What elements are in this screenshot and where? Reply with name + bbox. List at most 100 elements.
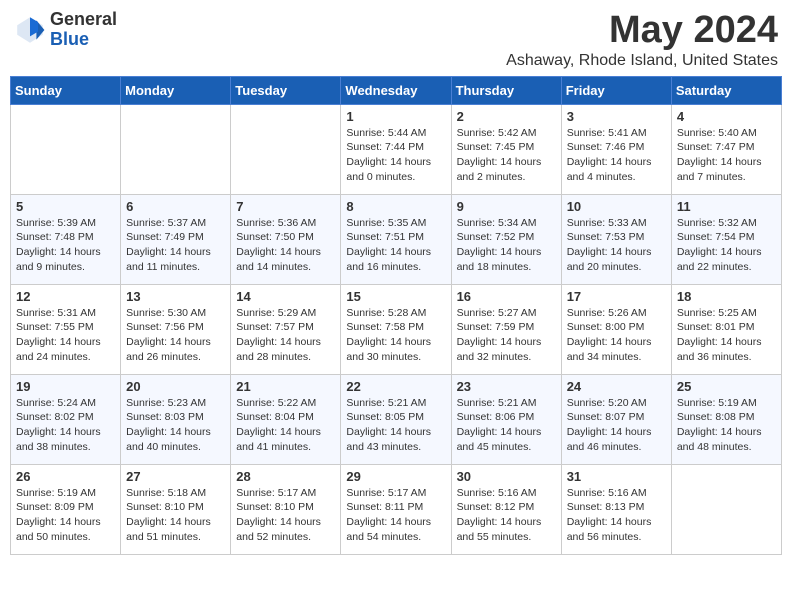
calendar-week-4: 19 Sunrise: 5:24 AMSunset: 8:02 PMDayligh… [11,374,782,464]
day-number: 1 [346,109,445,124]
calendar-cell: 20 Sunrise: 5:23 AMSunset: 8:03 PMDayligh… [121,374,231,464]
calendar-cell: 21Sunrise: 5:22 AMSunset: 8:04 PMDayligh… [231,374,341,464]
calendar-cell: 17 Sunrise: 5:26 AMSunset: 8:00 PMDayligh… [561,284,671,374]
day-info: Sunrise: 5:36 AMSunset: 7:50 PMDaylight:… [236,216,335,275]
calendar-week-3: 12 Sunrise: 5:31 AMSunset: 7:55 PMDayligh… [11,284,782,374]
calendar-cell: 24 Sunrise: 5:20 AMSunset: 8:07 PMDayligh… [561,374,671,464]
day-info: Sunrise: 5:35 AMSunset: 7:51 PMDaylight:… [346,216,445,275]
calendar-week-1: 1 Sunrise: 5:44 AMSunset: 7:44 PMDaylight… [11,104,782,194]
day-info: Sunrise: 5:19 AMSunset: 8:08 PMDaylight:… [677,396,776,455]
calendar-cell: 16 Sunrise: 5:27 AMSunset: 7:59 PMDayligh… [451,284,561,374]
day-number: 2 [457,109,556,124]
calendar-cell [121,104,231,194]
day-info: Sunrise: 5:16 AMSunset: 8:13 PMDaylight:… [567,486,666,545]
day-info: Sunrise: 5:25 AMSunset: 8:01 PMDaylight:… [677,306,776,365]
day-info: Sunrise: 5:28 AMSunset: 7:58 PMDaylight:… [346,306,445,365]
weekday-header-wednesday: Wednesday [341,76,451,104]
day-number: 4 [677,109,776,124]
day-info: Sunrise: 5:44 AMSunset: 7:44 PMDaylight:… [346,126,445,185]
calendar-cell: 23 Sunrise: 5:21 AMSunset: 8:06 PMDayligh… [451,374,561,464]
day-info: Sunrise: 5:41 AMSunset: 7:46 PMDaylight:… [567,126,666,185]
day-number: 8 [346,199,445,214]
weekday-header-row: SundayMondayTuesdayWednesdayThursdayFrid… [11,76,782,104]
calendar-cell: 18Sunrise: 5:25 AMSunset: 8:01 PMDayligh… [671,284,781,374]
logo-blue-text: Blue [50,30,117,50]
calendar-cell: 3Sunrise: 5:41 AMSunset: 7:46 PMDaylight… [561,104,671,194]
weekday-header-friday: Friday [561,76,671,104]
day-info: Sunrise: 5:26 AMSunset: 8:00 PMDaylight:… [567,306,666,365]
day-number: 21 [236,379,335,394]
calendar-cell: 11Sunrise: 5:32 AMSunset: 7:54 PMDayligh… [671,194,781,284]
day-info: Sunrise: 5:17 AMSunset: 8:11 PMDaylight:… [346,486,445,545]
day-info: Sunrise: 5:23 AMSunset: 8:03 PMDaylight:… [126,396,225,455]
day-number: 10 [567,199,666,214]
day-number: 15 [346,289,445,304]
calendar-cell: 2 Sunrise: 5:42 AMSunset: 7:45 PMDaylight… [451,104,561,194]
day-number: 29 [346,469,445,484]
day-info: Sunrise: 5:21 AMSunset: 8:05 PMDaylight:… [346,396,445,455]
day-info: Sunrise: 5:34 AMSunset: 7:52 PMDaylight:… [457,216,556,275]
weekday-header-thursday: Thursday [451,76,561,104]
calendar-cell: 29 Sunrise: 5:17 AMSunset: 8:11 PMDayligh… [341,464,451,554]
day-number: 9 [457,199,556,214]
day-info: Sunrise: 5:27 AMSunset: 7:59 PMDaylight:… [457,306,556,365]
day-number: 16 [457,289,556,304]
logo-general-text: General [50,10,117,30]
calendar-week-2: 5Sunrise: 5:39 AMSunset: 7:48 PMDaylight… [11,194,782,284]
location-text: Ashaway, Rhode Island, United States [506,52,778,70]
title-block: May 2024 Ashaway, Rhode Island, United S… [506,10,778,70]
calendar-cell: 1 Sunrise: 5:44 AMSunset: 7:44 PMDaylight… [341,104,451,194]
day-info: Sunrise: 5:31 AMSunset: 7:55 PMDaylight:… [16,306,115,365]
calendar-cell: 8 Sunrise: 5:35 AMSunset: 7:51 PMDaylight… [341,194,451,284]
weekday-header-sunday: Sunday [11,76,121,104]
calendar-cell: 5Sunrise: 5:39 AMSunset: 7:48 PMDaylight… [11,194,121,284]
weekday-header-monday: Monday [121,76,231,104]
logo-icon [14,14,46,46]
calendar-cell [231,104,341,194]
calendar-cell: 7Sunrise: 5:36 AMSunset: 7:50 PMDaylight… [231,194,341,284]
day-info: Sunrise: 5:21 AMSunset: 8:06 PMDaylight:… [457,396,556,455]
calendar-cell: 12 Sunrise: 5:31 AMSunset: 7:55 PMDayligh… [11,284,121,374]
day-number: 25 [677,379,776,394]
logo-text: General Blue [50,10,117,50]
day-number: 27 [126,469,225,484]
calendar-cell [671,464,781,554]
day-info: Sunrise: 5:42 AMSunset: 7:45 PMDaylight:… [457,126,556,185]
day-info: Sunrise: 5:20 AMSunset: 8:07 PMDaylight:… [567,396,666,455]
day-number: 17 [567,289,666,304]
calendar-cell: 14Sunrise: 5:29 AMSunset: 7:57 PMDayligh… [231,284,341,374]
day-info: Sunrise: 5:18 AMSunset: 8:10 PMDaylight:… [126,486,225,545]
day-number: 26 [16,469,115,484]
day-number: 24 [567,379,666,394]
day-number: 6 [126,199,225,214]
day-info: Sunrise: 5:32 AMSunset: 7:54 PMDaylight:… [677,216,776,275]
day-info: Sunrise: 5:37 AMSunset: 7:49 PMDaylight:… [126,216,225,275]
calendar-cell: 27 Sunrise: 5:18 AMSunset: 8:10 PMDayligh… [121,464,231,554]
calendar-cell: 30Sunrise: 5:16 AMSunset: 8:12 PMDayligh… [451,464,561,554]
day-info: Sunrise: 5:33 AMSunset: 7:53 PMDaylight:… [567,216,666,275]
logo: General Blue [14,10,117,50]
weekday-header-tuesday: Tuesday [231,76,341,104]
calendar-cell: 9 Sunrise: 5:34 AMSunset: 7:52 PMDaylight… [451,194,561,284]
page-header: General Blue May 2024 Ashaway, Rhode Isl… [10,10,782,70]
calendar-cell: 28 Sunrise: 5:17 AMSunset: 8:10 PMDayligh… [231,464,341,554]
weekday-header-saturday: Saturday [671,76,781,104]
day-number: 28 [236,469,335,484]
calendar-cell: 31Sunrise: 5:16 AMSunset: 8:13 PMDayligh… [561,464,671,554]
calendar-week-5: 26 Sunrise: 5:19 AMSunset: 8:09 PMDayligh… [11,464,782,554]
calendar-cell [11,104,121,194]
day-number: 12 [16,289,115,304]
day-info: Sunrise: 5:17 AMSunset: 8:10 PMDaylight:… [236,486,335,545]
day-number: 14 [236,289,335,304]
day-info: Sunrise: 5:24 AMSunset: 8:02 PMDaylight:… [16,396,115,455]
day-number: 20 [126,379,225,394]
calendar-cell: 19 Sunrise: 5:24 AMSunset: 8:02 PMDayligh… [11,374,121,464]
day-number: 19 [16,379,115,394]
day-info: Sunrise: 5:40 AMSunset: 7:47 PMDaylight:… [677,126,776,185]
day-number: 23 [457,379,556,394]
calendar-cell: 26 Sunrise: 5:19 AMSunset: 8:09 PMDayligh… [11,464,121,554]
day-info: Sunrise: 5:19 AMSunset: 8:09 PMDaylight:… [16,486,115,545]
calendar-cell: 10 Sunrise: 5:33 AMSunset: 7:53 PMDayligh… [561,194,671,284]
day-number: 30 [457,469,556,484]
calendar-cell: 15 Sunrise: 5:28 AMSunset: 7:58 PMDayligh… [341,284,451,374]
